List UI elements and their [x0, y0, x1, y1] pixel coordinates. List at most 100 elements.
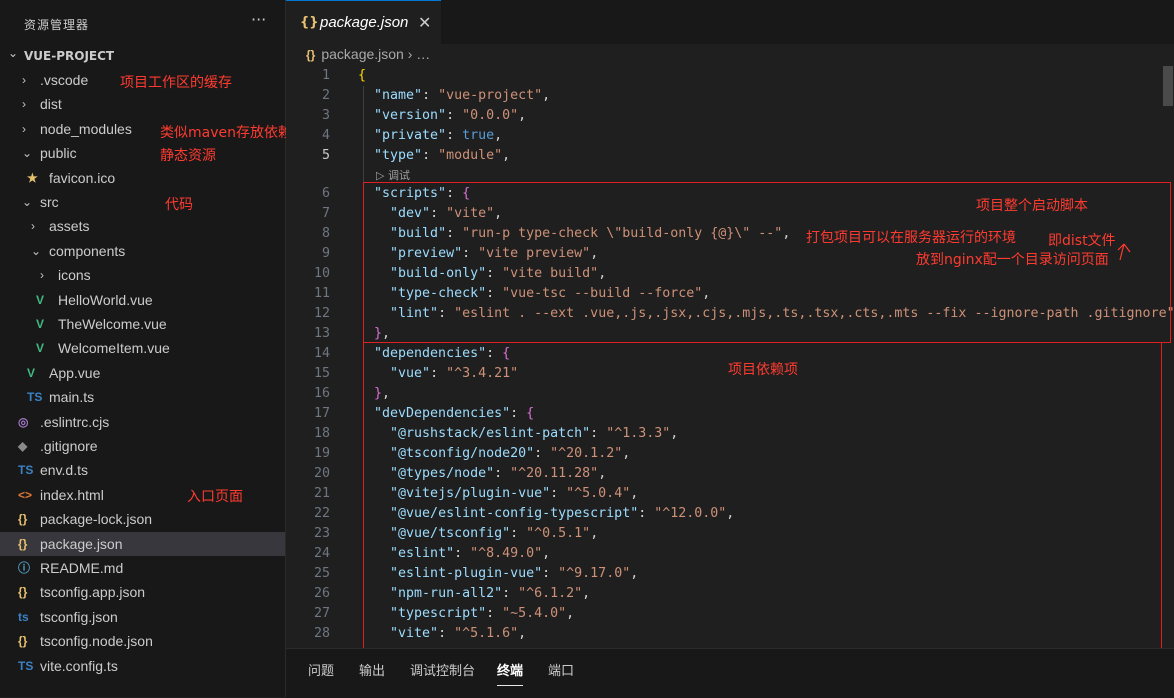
- tree-item-label: .gitignore: [40, 438, 98, 454]
- tree-item[interactable]: ◆ .gitignore: [0, 434, 285, 458]
- tree-item[interactable]: V HelloWorld.vue: [0, 288, 285, 312]
- chevron-right-icon: ›: [22, 73, 26, 87]
- chevron-down-icon: ⌄: [22, 146, 33, 161]
- info-icon: ⓘ: [18, 561, 31, 575]
- tree-item[interactable]: ⌄ src: [0, 190, 285, 214]
- tab-problems[interactable]: 问题: [308, 660, 334, 679]
- tab-terminal[interactable]: 终端: [497, 660, 524, 686]
- project-folder-row[interactable]: ⌄ VUE-PROJECT: [0, 44, 285, 68]
- json-file-icon: {}: [18, 536, 28, 551]
- annotation-index: 入口页面: [187, 489, 243, 505]
- breadcrumb-file[interactable]: package.json: [321, 46, 404, 62]
- tab-debug-console[interactable]: 调试控制台: [410, 660, 475, 679]
- tsconfig-file-icon: ts: [18, 609, 29, 624]
- tree-item-label: index.html: [40, 486, 104, 503]
- editor-scrollbar[interactable]: [1160, 66, 1174, 646]
- chevron-down-icon: ⌄: [31, 243, 42, 258]
- breadcrumb: {} package.json › …: [306, 46, 430, 66]
- typescript-file-icon: TS: [27, 390, 43, 405]
- code-line: "name": "vue-project",: [374, 88, 551, 103]
- tab-ports[interactable]: 端口: [548, 660, 574, 679]
- json-file-icon: {}: [18, 634, 28, 649]
- debug-codelens[interactable]: ▷ 调试: [376, 167, 410, 183]
- chevron-down-icon: ⌄: [8, 46, 19, 60]
- annotation-public: 静态资源: [160, 148, 216, 164]
- annotation-build: 打包项目可以在服务器运行的环境: [806, 230, 1016, 246]
- json-file-icon: {}: [306, 48, 316, 62]
- tree-item[interactable]: ★ favicon.ico: [0, 166, 285, 190]
- scrollbar-thumb[interactable]: [1163, 66, 1173, 106]
- bottom-panel-tabs: 问题 输出 调试控制台 终端 端口: [286, 648, 1174, 698]
- tree-item-label: vite.config.ts: [40, 657, 118, 674]
- tree-item-label: env.d.ts: [40, 462, 88, 479]
- tree-item[interactable]: V App.vue: [0, 361, 285, 385]
- chevron-down-icon: ⌄: [22, 195, 33, 209]
- tab-package-json[interactable]: {} package.json ✕: [286, 0, 441, 45]
- vue-file-icon: V: [36, 317, 45, 331]
- tab-output[interactable]: 输出: [359, 660, 385, 679]
- tree-item-label: README.md: [40, 560, 124, 576]
- tree-item-label: main.ts: [49, 389, 95, 406]
- json-file-icon: {}: [18, 585, 28, 600]
- annotation-arrow: [1117, 243, 1131, 261]
- tree-item[interactable]: V TheWelcome.vue: [0, 312, 285, 336]
- breadcrumb-rest[interactable]: › …: [408, 46, 431, 62]
- editor-tabbar: {} package.json ✕: [286, 0, 1174, 45]
- tree-item-label: package.json: [40, 535, 123, 552]
- tree-item-label: tsconfig.json: [40, 608, 118, 625]
- annotation-src: 代码: [165, 197, 193, 213]
- dependencies-highlight-box: [363, 342, 1162, 650]
- vue-file-icon: V: [36, 292, 45, 307]
- tree-item-label: package-lock.json: [40, 511, 153, 528]
- vue-file-icon: V: [27, 365, 36, 380]
- tree-item[interactable]: V WelcomeItem.vue: [0, 336, 285, 360]
- tree-item-label: assets: [49, 218, 90, 235]
- code-line: "private": true,: [374, 128, 503, 143]
- json-file-icon: {}: [18, 512, 28, 527]
- tree-item[interactable]: TS env.d.ts: [0, 458, 285, 482]
- tree-item[interactable]: {} tsconfig.node.json: [0, 629, 285, 653]
- code-line: "type": "module",: [374, 148, 511, 163]
- code-line: "version": "0.0.0",: [374, 108, 527, 123]
- tree-item-label: components: [49, 242, 126, 259]
- tree-item[interactable]: TS vite.config.ts: [0, 654, 285, 678]
- tree-item-label: TheWelcome.vue: [58, 316, 167, 332]
- typescript-file-icon: TS: [18, 463, 34, 478]
- tab-label: package.json: [320, 14, 409, 31]
- tree-item-label: WelcomeItem.vue: [58, 340, 170, 357]
- editor-area: {} package.json ✕ {} package.json › … 123…: [286, 0, 1174, 698]
- chevron-right-icon: ›: [22, 97, 26, 112]
- project-title: VUE-PROJECT: [24, 49, 115, 63]
- tree-item[interactable]: ⓘ README.md: [0, 556, 285, 580]
- tree-item[interactable]: ts tsconfig.json: [0, 605, 285, 629]
- eslint-icon: ◎: [18, 414, 29, 429]
- tree-item[interactable]: TS main.ts: [0, 385, 285, 409]
- annotation-deps: 项目依赖项: [728, 362, 798, 378]
- tree-item[interactable]: {} package.json: [0, 531, 285, 556]
- explorer-sidebar: 资源管理器 ··· ⌄ VUE-PROJECT › .vscode › dist › no…: [0, 0, 306, 697]
- tree-item-label: HelloWorld.vue: [58, 291, 153, 308]
- html-file-icon: <>: [18, 487, 33, 502]
- tree-item-label: tsconfig.node.json: [40, 633, 153, 650]
- tree-item-label: App.vue: [49, 364, 101, 381]
- tree-item[interactable]: › icons: [0, 263, 285, 287]
- json-file-icon: {}: [300, 15, 319, 30]
- more-actions-icon[interactable]: ···: [251, 10, 266, 29]
- chevron-right-icon: ›: [31, 219, 35, 234]
- tree-item[interactable]: › dist: [0, 92, 285, 116]
- tree-item[interactable]: ⌄ public: [0, 141, 285, 165]
- tree-item-label: node_modules: [40, 120, 132, 137]
- tree-item-label: .vscode: [40, 72, 89, 88]
- chevron-right-icon: ›: [40, 268, 44, 283]
- tree-item-label: public: [40, 145, 77, 162]
- code-line: {: [358, 68, 367, 83]
- tree-item[interactable]: {} tsconfig.app.json: [0, 580, 285, 604]
- git-icon: ◆: [18, 439, 28, 453]
- tree-item[interactable]: › assets: [0, 214, 285, 238]
- typescript-file-icon: TS: [18, 658, 34, 673]
- tree-item-label: src: [40, 194, 59, 210]
- tree-item[interactable]: {} package-lock.json: [0, 507, 285, 531]
- tree-item[interactable]: ◎ .eslintrc.cjs: [0, 410, 285, 434]
- close-icon[interactable]: ✕: [418, 13, 431, 32]
- tree-item[interactable]: ⌄ components: [0, 239, 285, 263]
